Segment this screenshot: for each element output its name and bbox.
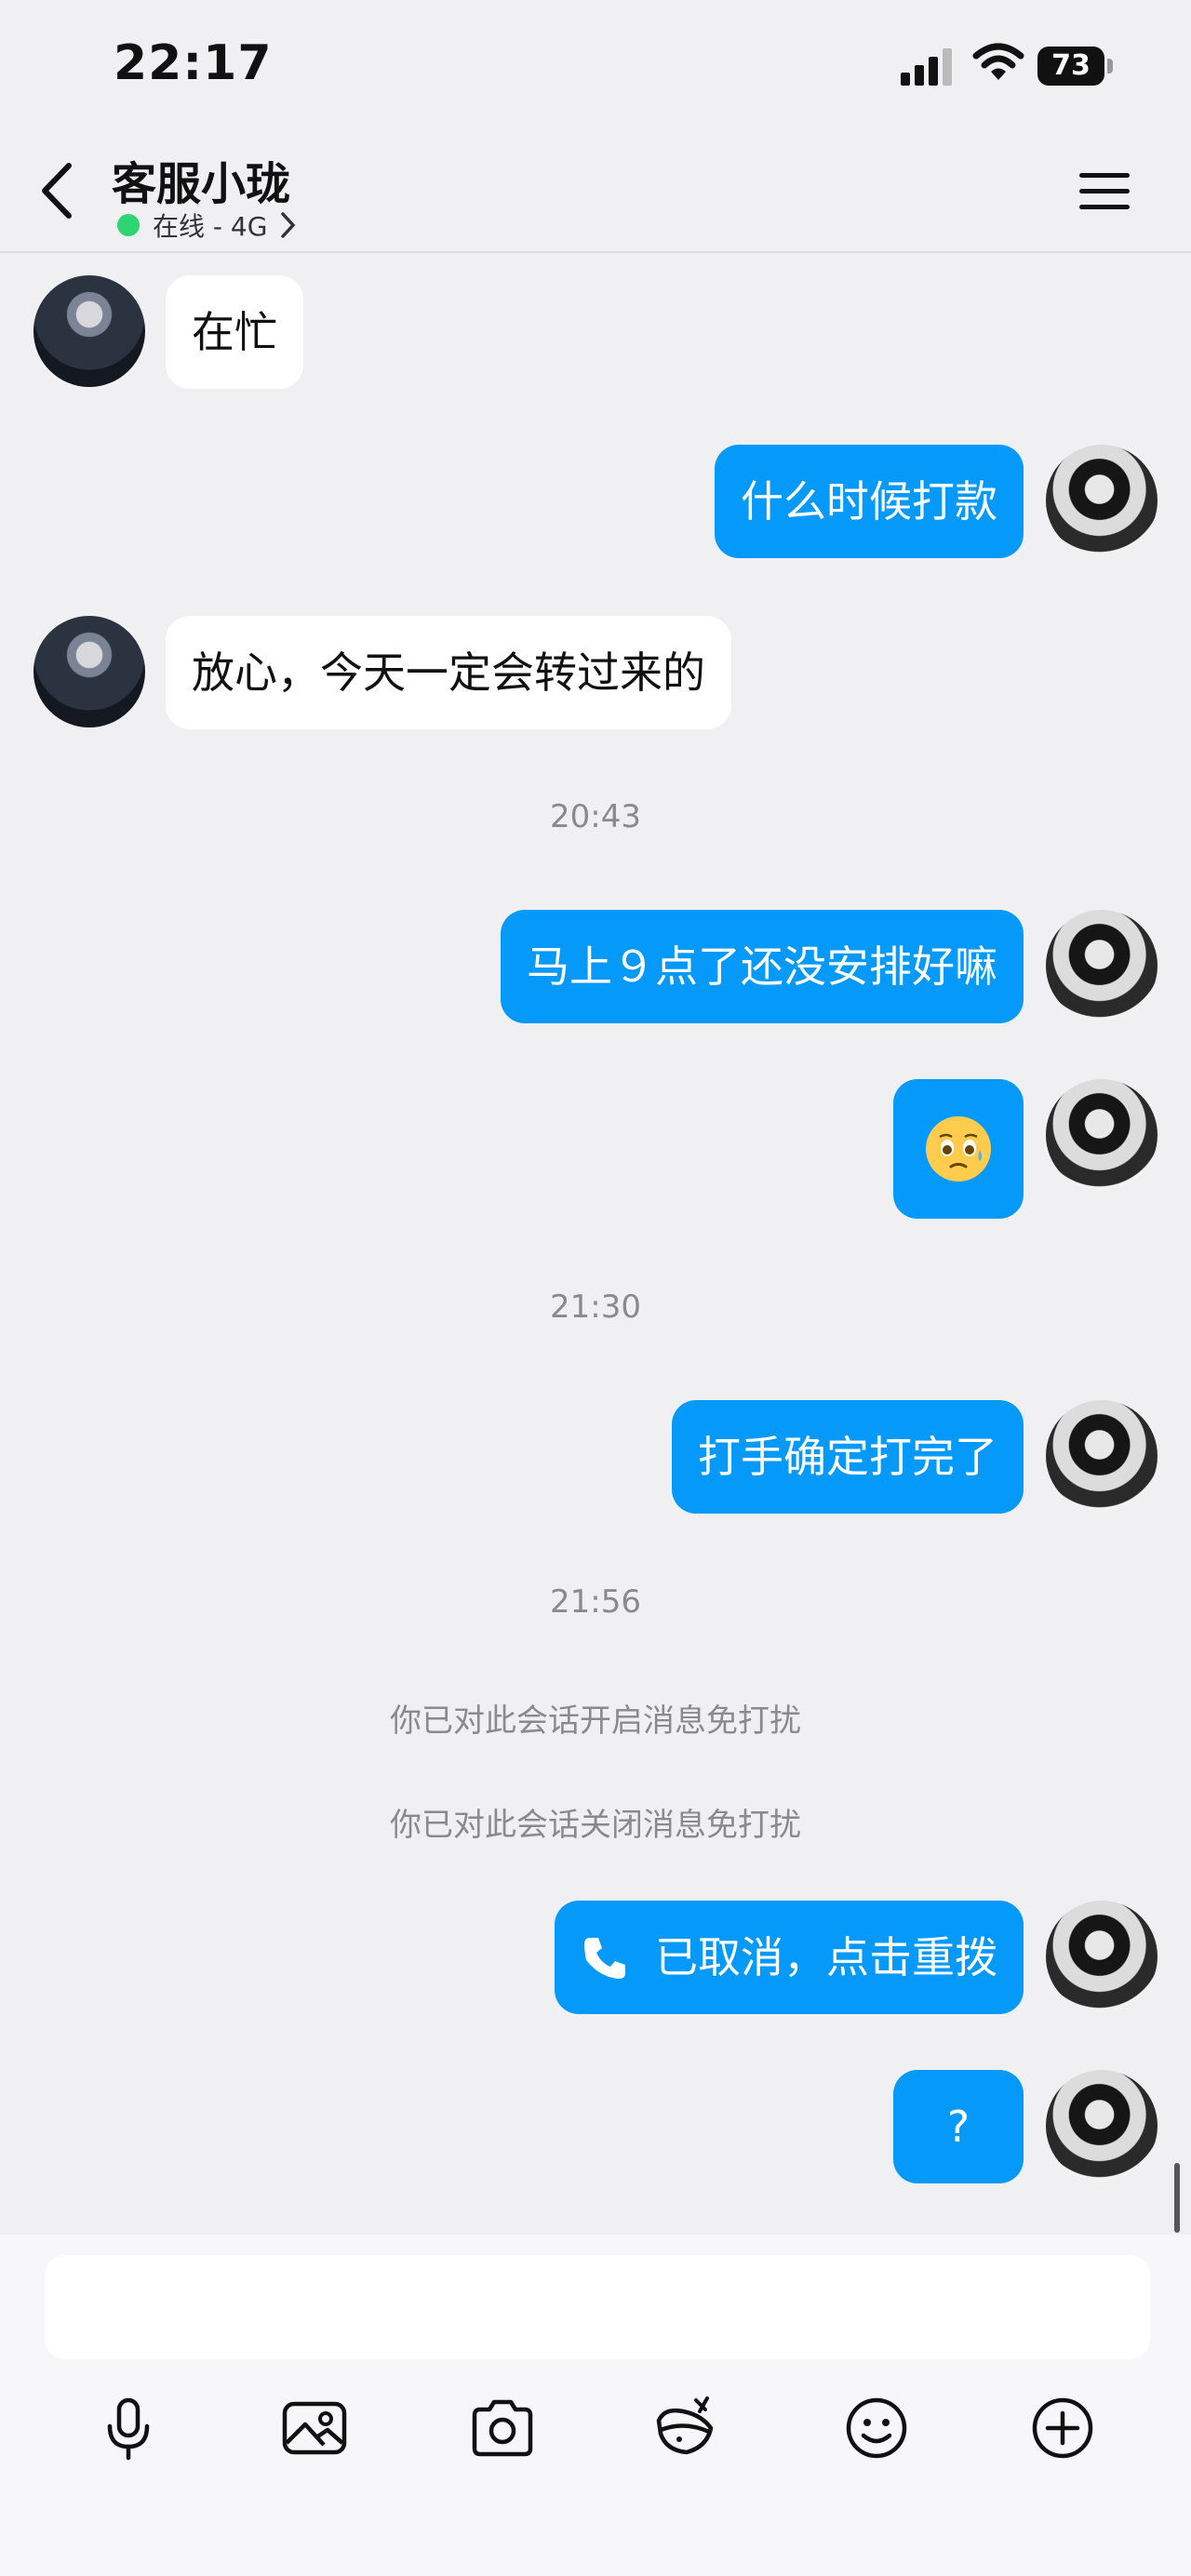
microphone-icon[interactable] xyxy=(93,2393,164,2463)
contact-name[interactable]: 客服小珑 xyxy=(112,147,290,212)
emoji-icon[interactable] xyxy=(841,2393,912,2463)
user-avatar[interactable] xyxy=(1046,1079,1158,1191)
cellular-signal-icon xyxy=(901,48,952,86)
chevron-right-icon xyxy=(281,212,296,238)
user-avatar[interactable] xyxy=(1046,1901,1158,2012)
input-area xyxy=(0,2235,1191,2576)
system-notice: 你已对此会话关闭消息免打扰 xyxy=(390,1807,801,1844)
online-dot-icon xyxy=(117,214,140,236)
user-avatar[interactable] xyxy=(1046,910,1158,1021)
contact-avatar[interactable] xyxy=(33,275,145,387)
status-time: 22:17 xyxy=(114,35,273,91)
call-record-bubble[interactable]: 已取消，点击重拨 xyxy=(555,1901,1024,2014)
user-avatar[interactable] xyxy=(1046,2070,1158,2182)
online-status-text: 在线 - 4G xyxy=(153,211,268,242)
user-avatar[interactable] xyxy=(1046,445,1158,556)
system-notice: 你已对此会话开启消息免打扰 xyxy=(390,1702,801,1740)
red-packet-icon[interactable] xyxy=(651,2393,722,2463)
user-avatar[interactable] xyxy=(1046,1400,1158,1512)
camera-icon[interactable] xyxy=(467,2393,538,2463)
message-bubble-outgoing[interactable]: 马上９点了还没安排好嘛 xyxy=(501,910,1024,1023)
contact-avatar[interactable] xyxy=(33,616,145,727)
message-bubble-emoji[interactable] xyxy=(893,1079,1024,1219)
message-timestamp: 21:56 xyxy=(550,1583,641,1621)
message-bubble-outgoing[interactable]: 什么时候打款 xyxy=(715,445,1024,558)
message-input[interactable] xyxy=(45,2255,1150,2359)
phone-icon xyxy=(584,1937,625,1979)
chat-header: 客服小珑 在线 - 4G xyxy=(0,130,1191,253)
message-bubble-outgoing[interactable]: 打手确定打完了 xyxy=(672,1400,1024,1514)
status-bar: 22:17 73 xyxy=(0,0,1191,130)
online-status[interactable]: 在线 - 4G xyxy=(117,207,297,244)
wifi-icon xyxy=(972,43,1024,80)
back-chevron-icon[interactable] xyxy=(33,158,80,223)
menu-icon[interactable] xyxy=(1077,167,1131,214)
worried-face-emoji xyxy=(926,1115,991,1181)
call-record-text: 已取消，点击重拨 xyxy=(655,1932,997,1982)
image-icon[interactable] xyxy=(279,2393,350,2463)
message-timestamp: 21:30 xyxy=(550,1288,641,1326)
message-bubble-outgoing[interactable]: ? xyxy=(893,2070,1024,2183)
message-bubble-incoming[interactable]: 在忙 xyxy=(166,275,303,389)
message-timestamp: 20:43 xyxy=(550,798,641,835)
message-bubble-incoming[interactable]: 放心，今天一定会转过来的 xyxy=(166,616,731,729)
battery-level: 73 xyxy=(1037,47,1104,86)
scrollbar[interactable] xyxy=(1174,2163,1180,2233)
plus-icon[interactable] xyxy=(1027,2393,1098,2463)
battery-icon: 73 xyxy=(1037,47,1114,86)
